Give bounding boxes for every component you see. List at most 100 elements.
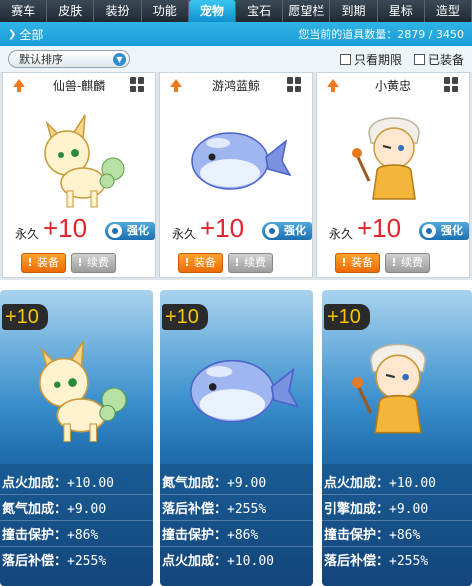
stat-row: 氮气加成：+9.00 <box>162 472 266 491</box>
renew-button-label: 续费 <box>87 256 109 269</box>
checkbox-box <box>339 53 351 65</box>
renew-button[interactable]: ! 续费 <box>228 253 273 273</box>
stat-label: 落后补偿： <box>324 554 390 569</box>
grid-view-icon[interactable] <box>444 77 459 92</box>
pet-card-list: 仙兽-麒麟 永久 +10 强化 ! 装备 ! 续费 游鸿蓝鲸 永久 +10 强化… <box>0 72 472 280</box>
stat-row: 撞击保护：+86% <box>2 524 98 543</box>
only-expiring-label: 只看期限 <box>353 52 402 67</box>
checkbox-box <box>413 53 425 65</box>
equip-button[interactable]: ! 装备 <box>335 253 380 273</box>
renew-button[interactable]: ! 续费 <box>71 253 116 273</box>
equip-button-label: 装备 <box>37 256 59 269</box>
equip-button[interactable]: ! 装备 <box>178 253 223 273</box>
enhance-button-label: 强化 <box>127 224 149 237</box>
stat-value: +9.00 <box>67 502 107 517</box>
stat-row: 氮气加成：+9.00 <box>2 498 106 517</box>
equip-button[interactable]: ! 装备 <box>21 253 66 273</box>
all-filter-label: 全部 <box>19 27 44 42</box>
stat-value: +255% <box>389 554 429 569</box>
stat-label: 点火加成： <box>2 476 68 491</box>
gear-icon <box>265 224 279 238</box>
tab-starred[interactable]: 星标 <box>378 0 425 22</box>
renew-button-label: 续费 <box>244 256 266 269</box>
enhance-button[interactable]: 强化 <box>419 222 469 240</box>
stat-label: 撞击保护： <box>2 528 68 543</box>
sub-header: ❯ 全部 您当前的道具数量：2879 / 3450 <box>0 22 472 46</box>
equip-button-label: 装备 <box>194 256 216 269</box>
stat-value: +255% <box>67 554 107 569</box>
stat-list: 点火加成：+10.00 引擎加成：+9.00 撞击保护：+86% 落后补偿：+2… <box>322 464 472 586</box>
pet-card[interactable]: 游鸿蓝鲸 永久 +10 强化 ! 装备 ! 续费 <box>159 72 313 278</box>
stat-value: +86% <box>227 528 259 543</box>
stat-row: 落后补偿：+255% <box>162 498 266 517</box>
stat-row: 点火加成：+10.00 <box>2 472 114 491</box>
sort-dropdown[interactable]: 默认排序 ▼ <box>8 50 130 68</box>
tab-style[interactable]: 造型 <box>425 0 472 22</box>
stat-row: 落后补偿：+255% <box>2 550 106 569</box>
stat-label: 落后补偿： <box>2 554 68 569</box>
stat-value: +86% <box>389 528 421 543</box>
tab-gem[interactable]: 宝石 <box>236 0 284 22</box>
sort-dropdown-value: 默认排序 <box>19 53 63 66</box>
pet-card[interactable]: 仙兽-麒麟 永久 +10 强化 ! 装备 ! 续费 <box>2 72 156 278</box>
stat-label: 引擎加成： <box>324 502 390 517</box>
all-filter[interactable]: ❯ 全部 <box>8 26 43 43</box>
tab-expiring[interactable]: 到期 <box>330 0 378 22</box>
stat-label: 氮气加成： <box>162 476 228 491</box>
pet-stat-panel: +10 点火加成：+10.00 氮气加成：+9.00 撞击保护：+86% 落后补… <box>0 290 153 586</box>
stat-row: 落后补偿：+255% <box>324 550 428 569</box>
stat-value: +9.00 <box>389 502 429 517</box>
tab-outfit[interactable]: 装扮 <box>94 0 142 22</box>
stat-label: 撞击保护： <box>324 528 390 543</box>
category-tabbar: 赛车 皮肤 装扮 功能 宠物 宝石 愿望栏 到期 星标 造型 <box>0 0 472 22</box>
stat-label: 撞击保护： <box>162 528 228 543</box>
stat-row: 引擎加成：+9.00 <box>324 498 428 517</box>
panel-level-badge: +10 <box>162 304 208 330</box>
tab-wishlist[interactable]: 愿望栏 <box>283 0 331 22</box>
grid-view-icon[interactable] <box>287 77 302 92</box>
renew-button[interactable]: ! 续费 <box>385 253 430 273</box>
equipped-label: 已装备 <box>427 52 464 67</box>
whale-pet-image <box>191 132 292 190</box>
stat-value: +10.00 <box>227 554 274 569</box>
tab-pet[interactable]: 宠物 <box>188 0 237 22</box>
stat-row: 撞击保护：+86% <box>324 524 420 543</box>
duration-label: 永久 <box>15 227 40 241</box>
only-expiring-checkbox[interactable]: 只看期限 <box>339 51 402 68</box>
chevron-right-icon: ❯ <box>8 28 17 40</box>
stat-row: 点火加成：+10.00 <box>324 472 436 491</box>
stat-value: +86% <box>67 528 99 543</box>
enhance-button[interactable]: 强化 <box>105 222 155 240</box>
grid-view-icon[interactable] <box>130 77 145 92</box>
enhance-level: +10 <box>200 213 245 243</box>
panel-level-badge: +10 <box>2 304 48 330</box>
stat-value: +10.00 <box>389 476 436 491</box>
panel-level-badge: +10 <box>324 304 370 330</box>
stat-label: 氮气加成： <box>2 502 68 517</box>
huangzhong-pet-image <box>352 117 420 200</box>
item-count: 您当前的道具数量：2879 / 3450 <box>298 28 464 41</box>
duration-label: 永久 <box>329 227 354 241</box>
tab-skin[interactable]: 皮肤 <box>47 0 95 22</box>
stat-value: +9.00 <box>227 476 267 491</box>
filter-row: 默认排序 ▼ 只看期限 已装备 <box>0 46 472 72</box>
qilin-pet-image <box>39 340 127 442</box>
stat-value: +10.00 <box>67 476 114 491</box>
stat-label: 点火加成： <box>324 476 390 491</box>
pet-stat-panel: +10 点火加成：+10.00 引擎加成：+9.00 撞击保护：+86% 落后补… <box>322 290 472 586</box>
stat-list: 氮气加成：+9.00 落后补偿：+255% 撞击保护：+86% 点火加成：+10… <box>160 464 313 586</box>
equipped-checkbox[interactable]: 已装备 <box>413 51 464 68</box>
tab-racecar[interactable]: 赛车 <box>0 0 48 22</box>
tab-function[interactable]: 功能 <box>142 0 189 22</box>
pet-card[interactable]: 小黄忠 永久 +10 强化 ! 装备 ! 续费 <box>316 72 470 278</box>
enhance-button-label: 强化 <box>441 224 463 237</box>
gear-icon <box>108 224 122 238</box>
stat-row: 撞击保护：+86% <box>162 524 258 543</box>
stat-label: 点火加成： <box>162 554 228 569</box>
enhance-button[interactable]: 强化 <box>262 222 312 240</box>
gear-icon <box>422 224 436 238</box>
equip-button-label: 装备 <box>351 256 373 269</box>
renew-button-label: 续费 <box>401 256 423 269</box>
huangzhong-pet-image <box>352 343 427 434</box>
stat-label: 落后补偿： <box>162 502 228 517</box>
